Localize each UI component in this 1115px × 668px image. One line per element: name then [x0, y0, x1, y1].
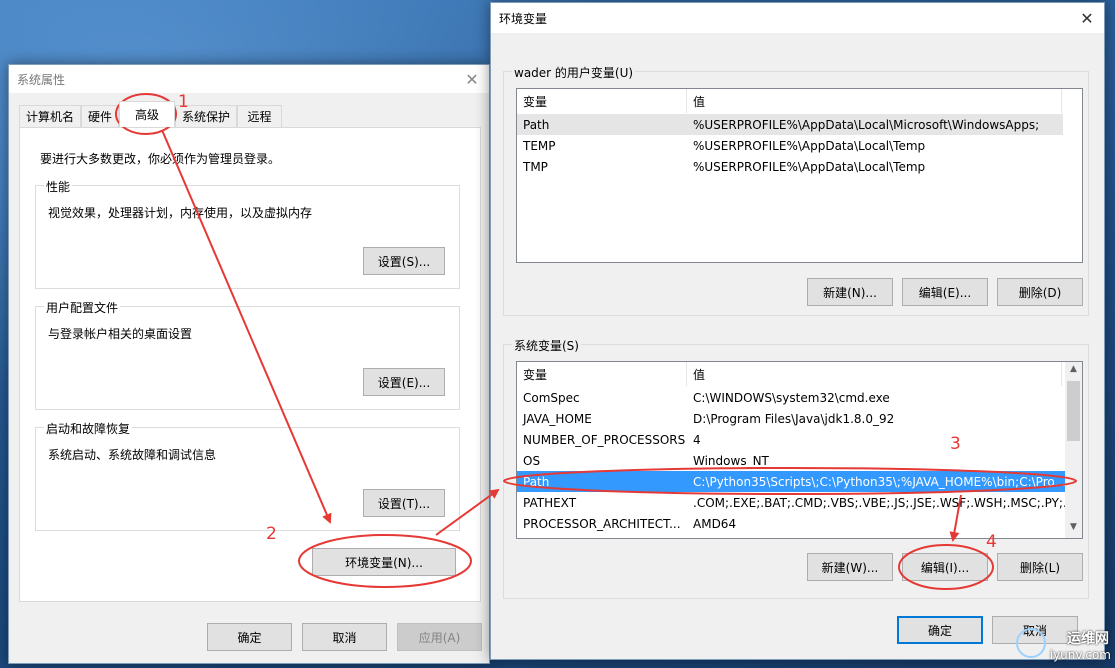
environment-variables-dialog: 环境变量 ✕ wader 的用户变量(U) 变量 值 Path %USERPRO…	[490, 2, 1105, 660]
startup-recovery-settings-button[interactable]: 设置(T)...	[363, 489, 445, 517]
tab-label: 远程	[247, 110, 272, 124]
variable-name: OS	[523, 453, 541, 468]
tab-computer-name[interactable]: 计算机名	[19, 105, 81, 127]
startup-recovery-description: 系统启动、系统故障和调试信息	[48, 448, 217, 462]
user-variables-header: 变量 值	[517, 89, 1082, 113]
env-ok-button[interactable]: 确定	[897, 616, 983, 644]
column-header-variable[interactable]: 变量	[517, 362, 687, 386]
performance-group: 性能 视觉效果，处理器计划，内存使用，以及虚拟内存 设置(S)...	[35, 178, 460, 289]
variable-value: Windows_NT	[693, 453, 769, 468]
user-profiles-label: 用户配置文件	[44, 299, 121, 316]
user-profiles-settings-button[interactable]: 设置(E)...	[363, 368, 445, 396]
cancel-button[interactable]: 取消	[302, 623, 387, 651]
list-item[interactable]: TEMP %USERPROFILE%\AppData\Local\Temp	[517, 135, 1063, 156]
performance-settings-button[interactable]: 设置(S)...	[363, 247, 445, 275]
column-header-value[interactable]: 值	[687, 89, 1062, 113]
column-header-value[interactable]: 值	[687, 362, 1062, 386]
environment-variables-button[interactable]: 环境变量(N)...	[312, 548, 456, 576]
variable-value: 4	[693, 432, 701, 447]
variable-name: JAVA_HOME	[523, 411, 592, 426]
environment-variables-titlebar: 环境变量 ✕	[491, 3, 1104, 33]
user-new-button[interactable]: 新建(N)...	[807, 278, 893, 306]
system-new-button[interactable]: 新建(W)...	[807, 553, 893, 581]
variable-value: %USERPROFILE%\AppData\Local\Temp	[693, 138, 926, 153]
scrollbar-thumb[interactable]	[1067, 381, 1080, 441]
annotation-number-2: 2	[266, 524, 277, 544]
list-item-selected[interactable]: Path C:\Python35\Scripts\;C:\Python35\;%…	[517, 471, 1065, 492]
variable-value: C:\WINDOWS\system32\cmd.exe	[693, 390, 890, 405]
tab-hardware[interactable]: 硬件	[81, 105, 119, 127]
environment-variables-title: 环境变量	[499, 11, 548, 26]
system-properties-title: 系统属性	[17, 72, 66, 87]
system-delete-button[interactable]: 删除(L)	[997, 553, 1083, 581]
list-item[interactable]: PATHEXT .COM;.EXE;.BAT;.CMD;.VBS;.VBE;.J…	[517, 492, 1065, 513]
system-properties-titlebar: 系统属性 ✕	[9, 65, 489, 93]
list-item[interactable]: OS Windows_NT	[517, 450, 1065, 471]
list-item[interactable]: PROCESSOR_ARCHITECT... AMD64	[517, 513, 1065, 534]
tab-label: 高级	[134, 108, 159, 122]
variable-value: %USERPROFILE%\AppData\Local\Temp	[693, 159, 926, 174]
vertical-scrollbar[interactable]: ▲ ▼	[1065, 362, 1082, 538]
system-properties-dialog: 系统属性 ✕ 计算机名 硬件 高级 系统保护 远程 要进行大多数更改，你必须作为…	[8, 64, 490, 664]
annotation-number-4: 4	[986, 532, 997, 552]
system-variables-header: 变量 值	[517, 362, 1065, 386]
user-delete-button[interactable]: 删除(D)	[997, 278, 1083, 306]
site-watermark: 运维网 iyunv.com	[1010, 624, 1113, 666]
tab-label: 系统保护	[181, 110, 230, 124]
system-variables-label: 系统变量(S)	[512, 337, 581, 354]
user-edit-button[interactable]: 编辑(E)...	[902, 278, 988, 306]
variable-value: C:\Python35\Scripts\;C:\Python35\;%JAVA_…	[693, 474, 1065, 489]
variable-name: Path	[523, 474, 550, 489]
tab-remote[interactable]: 远程	[237, 105, 282, 127]
variable-name: TEMP	[523, 138, 556, 153]
variable-name: NUMBER_OF_PROCESSORS	[523, 432, 686, 447]
tab-advanced[interactable]: 高级	[119, 101, 175, 127]
watermark-logo-icon	[1016, 628, 1046, 658]
close-icon[interactable]: ✕	[461, 68, 483, 90]
variable-name: PATHEXT	[523, 495, 577, 510]
list-item[interactable]: Path %USERPROFILE%\AppData\Local\Microso…	[517, 114, 1063, 135]
variable-value: AMD64	[693, 516, 737, 531]
system-edit-button[interactable]: 编辑(I)...	[902, 553, 988, 581]
variable-value: .COM;.EXE;.BAT;.CMD;.VBS;.VBE;.JS;.JSE;.…	[693, 495, 1065, 510]
variable-name: Path	[523, 117, 550, 132]
tab-label: 硬件	[87, 110, 112, 124]
watermark-line2: iyunv.com	[1049, 648, 1111, 662]
startup-recovery-label: 启动和故障恢复	[44, 420, 133, 437]
variable-name: PROCESSOR_ARCHITECT...	[523, 516, 681, 531]
tab-label: 计算机名	[25, 110, 74, 124]
scroll-up-icon[interactable]: ▲	[1065, 364, 1082, 378]
user-variables-label: wader 的用户变量(U)	[512, 64, 636, 81]
user-profiles-group: 用户配置文件 与登录帐户相关的桌面设置 设置(E)...	[35, 299, 460, 410]
ok-button[interactable]: 确定	[207, 623, 292, 651]
startup-recovery-group: 启动和故障恢复 系统启动、系统故障和调试信息 设置(T)...	[35, 420, 460, 531]
variable-name: TMP	[523, 159, 548, 174]
annotation-number-3: 3	[950, 434, 961, 454]
apply-button[interactable]: 应用(A)	[397, 623, 482, 651]
annotation-number-1: 1	[178, 92, 189, 112]
close-icon[interactable]: ✕	[1076, 7, 1098, 29]
user-variables-list[interactable]: 变量 值 Path %USERPROFILE%\AppData\Local\Mi…	[516, 88, 1083, 263]
column-header-variable[interactable]: 变量	[517, 89, 687, 113]
system-variables-list[interactable]: 变量 值 ComSpec C:\WINDOWS\system32\cmd.exe…	[516, 361, 1083, 539]
user-profiles-description: 与登录帐户相关的桌面设置	[48, 327, 193, 341]
scroll-down-icon[interactable]: ▼	[1065, 522, 1082, 536]
list-item[interactable]: NUMBER_OF_PROCESSORS 4	[517, 429, 1065, 450]
performance-description: 视觉效果，处理器计划，内存使用，以及虚拟内存	[48, 206, 313, 220]
variable-value: %USERPROFILE%\AppData\Local\Microsoft\Wi…	[693, 117, 1040, 132]
list-item[interactable]: TMP %USERPROFILE%\AppData\Local\Temp	[517, 156, 1063, 177]
variable-name: ComSpec	[523, 390, 580, 405]
advanced-tab-page: 要进行大多数更改，你必须作为管理员登录。 性能 视觉效果，处理器计划，内存使用，…	[19, 127, 481, 602]
list-item[interactable]: JAVA_HOME D:\Program Files\Java\jdk1.8.0…	[517, 408, 1065, 429]
watermark-line1: 运维网	[1067, 631, 1109, 647]
variable-value: D:\Program Files\Java\jdk1.8.0_92	[693, 411, 895, 426]
performance-label: 性能	[44, 178, 73, 195]
list-item[interactable]: ComSpec C:\WINDOWS\system32\cmd.exe	[517, 387, 1065, 408]
admin-notice: 要进行大多数更改，你必须作为管理员登录。	[40, 152, 281, 166]
